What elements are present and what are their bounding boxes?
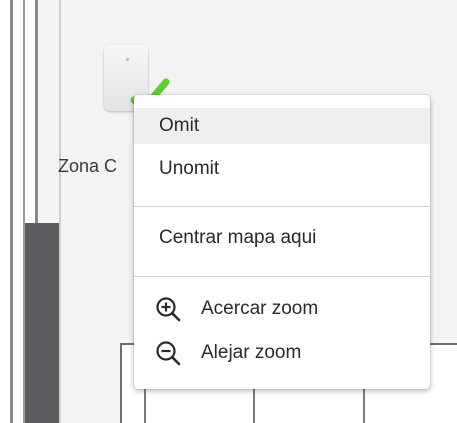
menu-separator: [134, 206, 430, 207]
context-menu: Omit Unomit Centrar mapa aqui Acercar zo…: [134, 95, 430, 389]
menu-item-unomit[interactable]: Unomit: [134, 151, 430, 187]
menu-item-omit[interactable]: Omit: [134, 108, 430, 144]
menu-item-label: Alejar zoom: [201, 342, 302, 363]
map-margin: [0, 0, 10, 423]
zoom-out-icon: [156, 341, 181, 366]
zoom-in-icon: [156, 297, 181, 322]
menu-item-label: Omit: [159, 115, 200, 136]
menu-separator: [134, 276, 430, 277]
menu-item-zoom-out[interactable]: Alejar zoom: [134, 335, 430, 371]
menu-item-label: Centrar mapa aqui: [159, 227, 317, 248]
menu-item-label: Acercar zoom: [201, 298, 319, 319]
floor-block: [25, 223, 59, 423]
menu-item-center-map[interactable]: Centrar mapa aqui: [134, 220, 430, 256]
menu-item-zoom-in[interactable]: Acercar zoom: [134, 291, 430, 327]
sensor-led: [126, 58, 129, 61]
zone-label: Zona C: [58, 156, 118, 176]
wall-gap: [13, 0, 23, 423]
wall-line: [59, 0, 61, 423]
menu-item-label: Unomit: [159, 158, 220, 179]
